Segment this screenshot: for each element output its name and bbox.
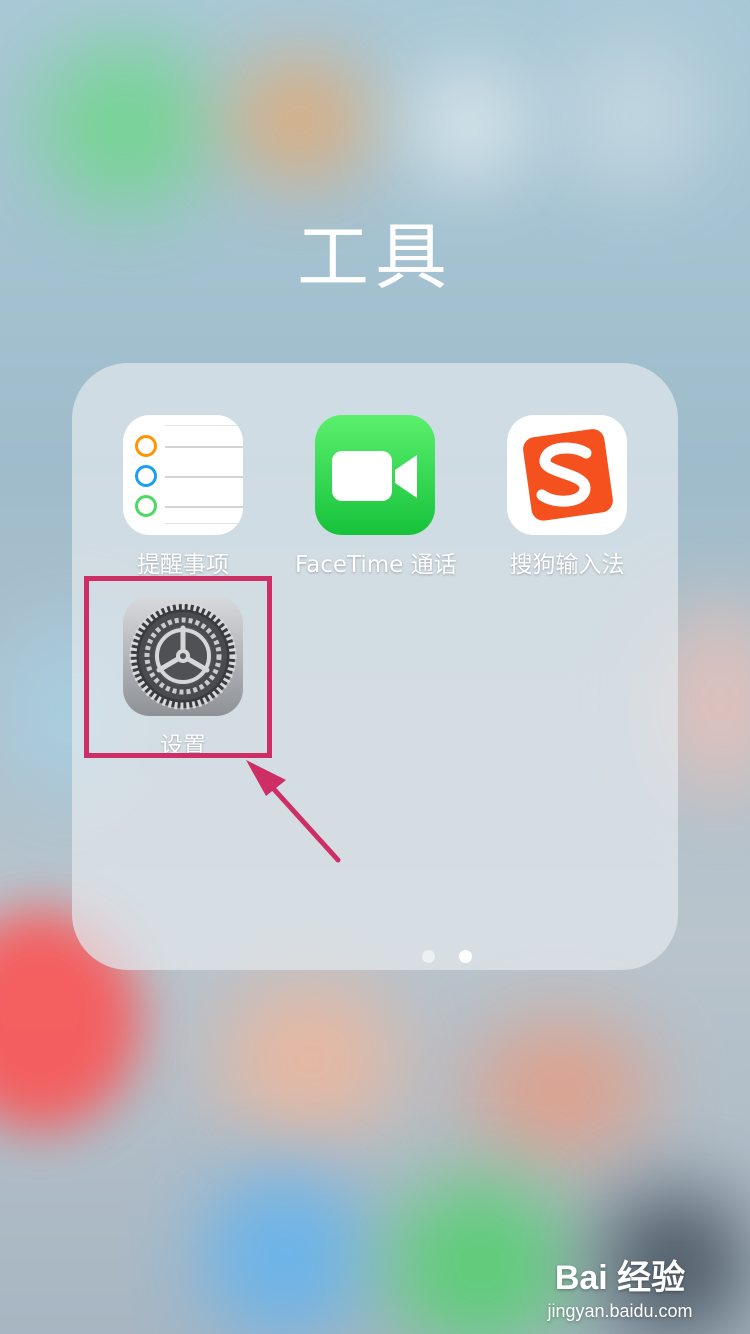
pointer-arrow-icon: [246, 760, 341, 863]
baidu-jingyan-watermark: Bai 经验 jingyan.baidu.com: [530, 1250, 710, 1322]
watermark-url: jingyan.baidu.com: [547, 1301, 693, 1321]
watermark-logo: Bai 经验: [554, 1259, 686, 1297]
